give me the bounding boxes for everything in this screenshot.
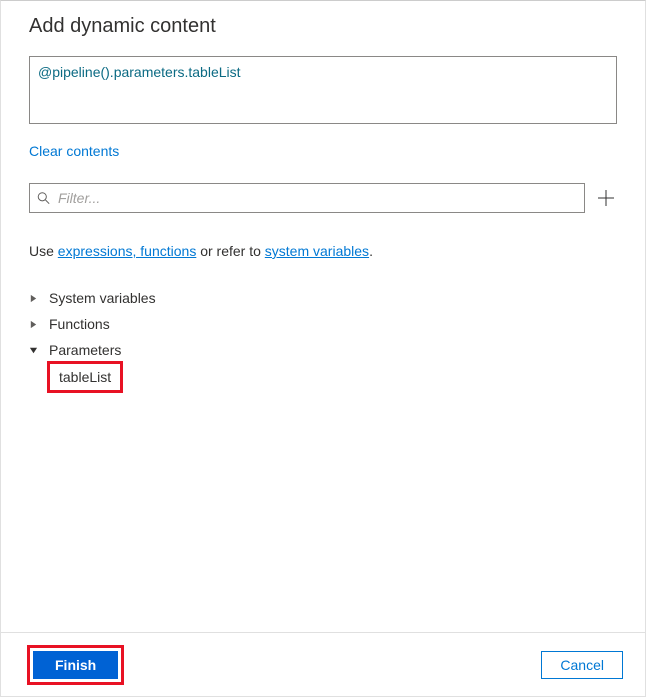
system-variables-link[interactable]: system variables [265, 243, 369, 259]
tree-item-system-variables[interactable]: System variables [29, 285, 617, 311]
tree-item-parameters[interactable]: Parameters [29, 337, 617, 363]
finish-button[interactable]: Finish [33, 651, 118, 679]
search-icon [37, 192, 50, 205]
expression-editor[interactable] [29, 56, 617, 124]
tree-label: System variables [49, 290, 156, 306]
add-button[interactable] [595, 187, 617, 209]
hint-prefix: Use [29, 243, 58, 259]
filter-container [29, 183, 585, 213]
clear-contents-link[interactable]: Clear contents [29, 143, 119, 159]
cancel-button[interactable]: Cancel [541, 651, 623, 679]
filter-input[interactable] [29, 183, 585, 213]
tree-label: Functions [49, 316, 110, 332]
tree-label: Parameters [49, 342, 121, 358]
chevron-right-icon [29, 294, 43, 303]
chevron-right-icon [29, 320, 43, 329]
dialog-title: Add dynamic content [29, 15, 617, 38]
dialog-footer: Finish Cancel [1, 632, 645, 696]
parameter-item-tablelist[interactable]: tableList [49, 363, 121, 391]
chevron-down-icon [29, 346, 43, 355]
hint-middle: or refer to [196, 243, 264, 259]
tree-item-functions[interactable]: Functions [29, 311, 617, 337]
finish-highlight: Finish [29, 647, 122, 683]
hint-suffix: . [369, 243, 373, 259]
hint-text: Use expressions, functions or refer to s… [29, 243, 617, 259]
tree-root: System variables Functions Parameters ta… [29, 285, 617, 391]
expressions-functions-link[interactable]: expressions, functions [58, 243, 197, 259]
